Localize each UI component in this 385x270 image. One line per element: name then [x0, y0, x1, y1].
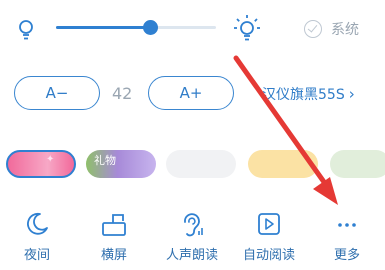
- font-size-value: 42: [112, 84, 133, 103]
- auto-read-label: 自动阅读: [242, 248, 295, 263]
- check-circle-icon: [304, 20, 322, 38]
- theme-swatch-yellow[interactable]: [248, 150, 318, 178]
- font-decrease-button[interactable]: A−: [14, 76, 100, 110]
- brightness-slider-fill: [56, 26, 151, 29]
- ear-icon: [184, 213, 203, 237]
- moon-icon: [27, 212, 48, 235]
- night-mode-label: 夜间: [23, 248, 50, 263]
- gift-badge: 礼物: [94, 154, 116, 167]
- brightness-slider[interactable]: [56, 20, 216, 35]
- annotation-arrow-head: [313, 177, 338, 205]
- font-increase-button[interactable]: A+: [148, 76, 234, 110]
- brightness-slider-thumb[interactable]: [143, 20, 159, 35]
- bright-bulb-icon: [234, 15, 260, 41]
- theme-swatch-pink[interactable]: [6, 150, 76, 178]
- font-family-label: 汉仪旗黑55S: [262, 87, 345, 103]
- voice-reading-label: 人声朗读: [165, 248, 218, 263]
- font-family-selector[interactable]: 汉仪旗黑55S ›: [262, 84, 355, 104]
- chevron-right-icon: ›: [348, 85, 355, 103]
- theme-row: 礼物: [0, 150, 385, 180]
- autoplay-icon: [258, 213, 280, 235]
- landscape-label: 横屏: [100, 248, 127, 263]
- voice-reading-button[interactable]: 人声朗读: [157, 208, 227, 268]
- landscape-button[interactable]: 横屏: [79, 208, 149, 268]
- system-brightness-label: 系统: [331, 22, 359, 38]
- dim-bulb-icon: [19, 20, 33, 40]
- more-dots-icon: [338, 223, 356, 227]
- theme-swatch-gray[interactable]: [166, 150, 236, 178]
- theme-swatch-gift[interactable]: 礼物: [86, 150, 156, 178]
- night-mode-button[interactable]: 夜间: [2, 208, 72, 268]
- auto-read-button[interactable]: 自动阅读: [234, 208, 304, 268]
- system-brightness-toggle[interactable]: 系统: [304, 16, 359, 42]
- more-label: 更多: [333, 248, 360, 263]
- landscape-icon: [102, 214, 126, 236]
- more-button[interactable]: 更多: [312, 208, 382, 268]
- font-size-row: A− 42 A+ 汉仪旗黑55S ›: [0, 76, 385, 112]
- bottom-toolbar: 夜间 横屏 人声朗读 自动阅读 更多: [0, 208, 385, 268]
- theme-swatch-green[interactable]: [330, 150, 385, 178]
- brightness-row: 系统: [0, 8, 385, 48]
